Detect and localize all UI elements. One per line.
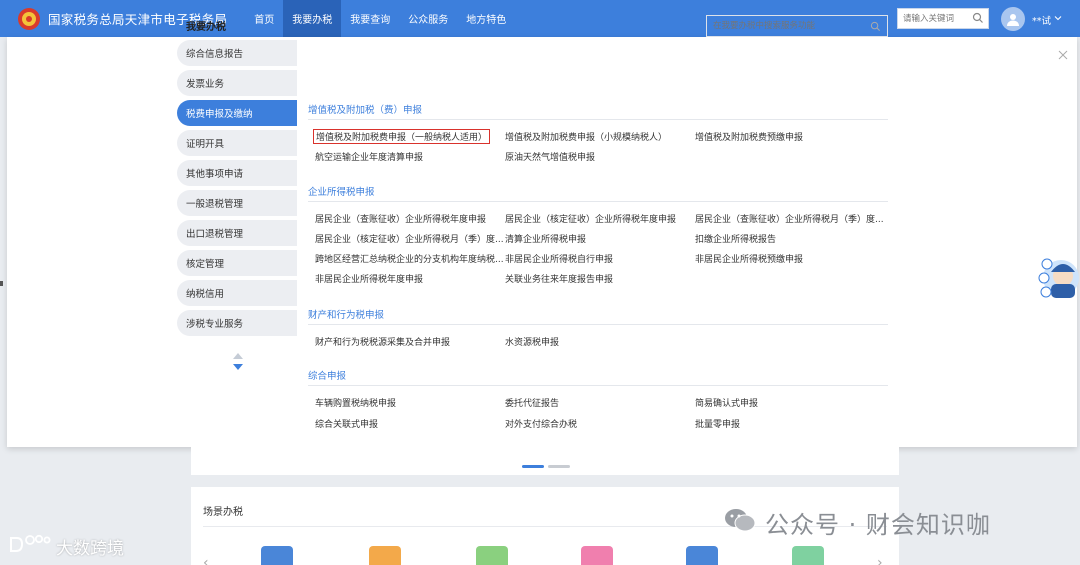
scene-tax-title: 场景办税 (203, 507, 243, 518)
top-search-box (897, 8, 989, 29)
link-related-party-report[interactable]: 关联业务往来年度报告申报 (505, 272, 613, 285)
watermark-wechat: 公众号 · 财会知识咖 (723, 505, 991, 540)
brand-logo-icon (8, 533, 52, 560)
nav-query[interactable]: 我要查询 (341, 0, 399, 37)
wechat-icon (723, 506, 757, 540)
sidebar-title: 我要办税 (186, 22, 226, 33)
chevron-right-icon[interactable]: › (877, 555, 883, 565)
sidebar-item-professional-service[interactable]: 涉税专业服务 (177, 310, 297, 336)
nav-handle-tax[interactable]: 我要办税 (283, 0, 342, 37)
watermark-text: 公众号 · 财会知识咖 (765, 511, 991, 539)
edge-marker (0, 281, 3, 286)
link-nonresident-prepay[interactable]: 非居民企业所得税预缴申报 (695, 252, 803, 265)
link-comprehensive-linked[interactable]: 综合关联式申报 (315, 417, 378, 430)
section-divider (308, 201, 888, 202)
scene-lock-icon[interactable] (686, 546, 718, 565)
sidebar-item-export-refund[interactable]: 出口退税管理 (177, 220, 297, 246)
link-cit-annual-audit[interactable]: 居民企业（查账征收）企业所得税年度申报 (315, 212, 486, 225)
scene-bag-icon[interactable] (476, 546, 508, 565)
link-crude-gas-vat[interactable]: 原油天然气增值税申报 (505, 150, 595, 163)
sidebar-item-other-application[interactable]: 其他事项申请 (177, 160, 297, 186)
section-title-property-behavior: 财产和行为税申报 (308, 310, 385, 321)
link-simple-confirm[interactable]: 简易确认式申报 (695, 396, 758, 409)
chevron-left-icon[interactable]: ‹ (203, 555, 209, 565)
link-cit-quarterly-audit[interactable]: 居民企业（查账征收）企业所得税月（季）度... (695, 212, 884, 225)
link-vat-small-scale[interactable]: 增值税及附加税费申报（小规模纳税人） (505, 130, 667, 143)
sidebar-menu: 综合信息报告 发票业务 税费申报及缴纳 证明开具 其他事项申请 一般退税管理 出… (177, 40, 297, 340)
scene-building-icon[interactable] (261, 546, 293, 565)
link-vat-prepay[interactable]: 增值税及附加税费预缴申报 (695, 130, 803, 143)
nav-public-service[interactable]: 公众服务 (399, 0, 457, 37)
carousel-dot-active[interactable] (522, 465, 544, 468)
watermark-text: 大数跨境 (56, 539, 124, 559)
scene-document-icon[interactable] (369, 546, 401, 565)
sidebar-item-tax-declaration[interactable]: 税费申报及缴纳 (177, 100, 297, 126)
link-nonresident-annual[interactable]: 非居民企业所得税年度申报 (315, 272, 423, 285)
watermark-brand: 大数跨境 (8, 533, 124, 560)
sidebar-scroll-arrows-icon[interactable] (231, 352, 245, 372)
link-vehicle-purchase-tax[interactable]: 车辆购置税纳税申报 (315, 396, 396, 409)
search-icon[interactable] (870, 21, 881, 35)
link-outbound-payment[interactable]: 对外支付综合办税 (505, 417, 577, 430)
link-batch-zero-declare[interactable]: 批量零申报 (695, 417, 740, 430)
link-vat-general[interactable]: 增值税及附加税费申报（一般纳税人适用） (313, 129, 491, 144)
tax-bureau-emblem-icon[interactable] (16, 6, 42, 32)
user-avatar[interactable] (1001, 7, 1025, 31)
section-title-vat: 增值税及附加税（费）申报 (308, 105, 423, 116)
link-property-combined[interactable]: 财产和行为税税源采集及合并申报 (315, 335, 450, 348)
link-water-resource-tax[interactable]: 水资源税申报 (505, 335, 559, 348)
user-name[interactable]: **试 (1032, 13, 1051, 27)
link-cit-quarterly-assessed[interactable]: 居民企业（核定征收）企业所得税月（季）度... (315, 232, 504, 245)
sidebar-item-certificate[interactable]: 证明开具 (177, 130, 297, 156)
chevron-down-icon[interactable] (1054, 14, 1062, 25)
panel-search-box (706, 15, 888, 37)
search-icon[interactable] (972, 12, 984, 27)
banner-card (191, 447, 899, 475)
section-title-comprehensive: 综合申报 (308, 371, 347, 382)
carousel-dot[interactable] (548, 465, 570, 468)
sidebar-item-general-refund[interactable]: 一般退税管理 (177, 190, 297, 216)
nav-local-features[interactable]: 地方特色 (457, 0, 515, 37)
section-divider (308, 119, 888, 120)
section-divider (308, 324, 888, 325)
sidebar-item-invoice[interactable]: 发票业务 (177, 70, 297, 96)
close-icon[interactable] (1057, 49, 1069, 61)
top-search-input[interactable] (898, 9, 968, 28)
online-assistant-icon[interactable] (1037, 248, 1079, 304)
scene-gear-icon[interactable] (792, 546, 824, 565)
panel-search-input[interactable] (707, 16, 867, 36)
link-aviation-clearing[interactable]: 航空运输企业年度清算申报 (315, 150, 423, 163)
section-divider (308, 385, 888, 386)
sidebar-item-approval[interactable]: 核定管理 (177, 250, 297, 276)
sidebar-item-info-report[interactable]: 综合信息报告 (177, 40, 297, 66)
sidebar-item-credit[interactable]: 纳税信用 (177, 280, 297, 306)
nav-home[interactable]: 首页 (245, 0, 283, 37)
link-entrusted-collection[interactable]: 委托代征报告 (505, 396, 559, 409)
link-cit-withholding[interactable]: 扣缴企业所得税报告 (695, 232, 776, 245)
link-cit-liquidation[interactable]: 清算企业所得税申报 (505, 232, 586, 245)
link-nonresident-self[interactable]: 非居民企业所得税自行申报 (505, 252, 613, 265)
link-cross-region-branch[interactable]: 跨地区经营汇总纳税企业的分支机构年度纳税... (315, 252, 504, 265)
section-title-cit: 企业所得税申报 (308, 187, 375, 198)
scene-form-icon[interactable] (581, 546, 613, 565)
main-nav: 首页 我要办税 我要查询 公众服务 地方特色 (245, 0, 515, 37)
link-cit-annual-assessed[interactable]: 居民企业（核定征收）企业所得税年度申报 (505, 212, 676, 225)
